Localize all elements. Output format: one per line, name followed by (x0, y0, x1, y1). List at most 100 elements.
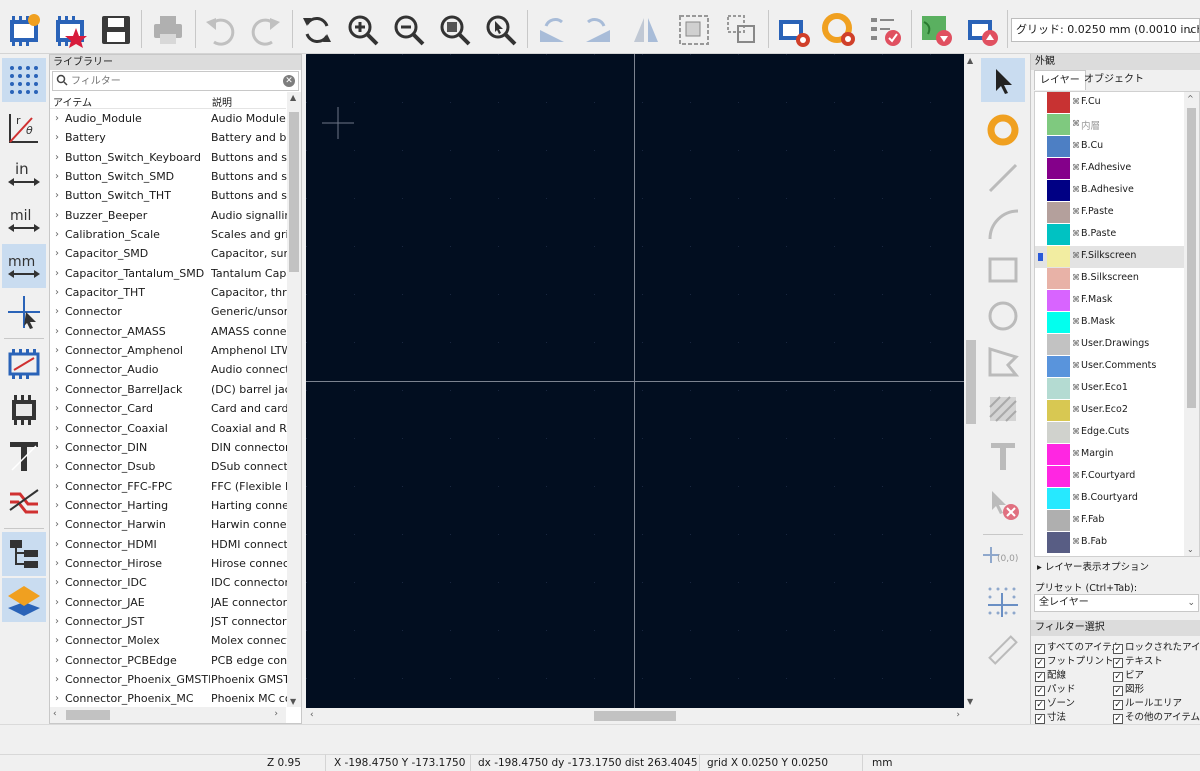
layers-vertical-scrollbar[interactable]: ^ ⌄ (1184, 92, 1199, 556)
library-row[interactable]: › Capacitor_Tantalum_SMD Tantalum Capacito… (50, 264, 287, 283)
redo-icon[interactable] (246, 10, 286, 50)
zoom-out-icon[interactable] (389, 10, 429, 50)
add-text-icon[interactable] (981, 434, 1025, 478)
visibility-icon[interactable]: ⌘ (1072, 537, 1080, 546)
library-row[interactable]: › Connector_BarrelJack (DC) barrel jack co… (50, 380, 287, 399)
chevron-right-icon[interactable]: › (55, 225, 59, 244)
full-crosshair-icon[interactable] (2, 290, 46, 334)
library-filter[interactable]: ✕ (52, 71, 299, 91)
footprint-canvas[interactable] (306, 54, 964, 708)
undo-icon[interactable] (200, 10, 240, 50)
zoom-selection-icon[interactable] (481, 10, 521, 50)
layer-color-swatch[interactable] (1047, 268, 1070, 289)
high-contrast-icon[interactable] (2, 480, 46, 524)
chevron-right-icon[interactable]: › (55, 360, 59, 379)
chevron-right-icon[interactable]: › (55, 399, 59, 418)
library-row[interactable]: › Connector_Amphenol Amphenol LTW connecto… (50, 341, 287, 360)
library-row[interactable]: › Connector_JST JST connector footprints (50, 612, 287, 631)
layer-color-swatch[interactable] (1047, 136, 1070, 157)
layer-color-swatch[interactable] (1047, 202, 1070, 223)
chevron-right-icon[interactable]: › (55, 244, 59, 263)
layer-row[interactable]: ⌘ F.Adhesive (1035, 158, 1199, 180)
scroll-down-icon[interactable]: ⌄ (1187, 545, 1194, 554)
library-row[interactable]: › Connector_HDMI HDMI connectors (50, 535, 287, 554)
chevron-right-icon[interactable]: › (55, 670, 59, 689)
chevron-right-icon[interactable]: › (55, 302, 59, 321)
preset-select[interactable]: 全レイヤー ⌄ (1034, 594, 1199, 612)
visibility-icon[interactable]: ⌘ (1072, 427, 1080, 436)
layer-color-swatch[interactable] (1047, 290, 1070, 311)
zoom-in-icon[interactable] (343, 10, 383, 50)
library-row[interactable]: › Connector_IDC IDC connector footprints (50, 573, 287, 592)
library-row[interactable]: › Connector_Molex Molex connectors (50, 631, 287, 650)
library-row[interactable]: › Connector_Audio Audio connectors (50, 360, 287, 379)
filter-checkbox[interactable]: ✓ロックされたアイテム (1113, 639, 1200, 654)
zoom-fit-icon[interactable] (435, 10, 475, 50)
chevron-right-icon[interactable]: › (55, 341, 59, 360)
library-row[interactable]: › Connector_JAE JAE connector footprints (50, 593, 287, 612)
filter-checkbox[interactable]: ✓ ビア (1113, 667, 1144, 682)
refresh-icon[interactable] (297, 10, 337, 50)
visibility-icon[interactable]: ⌘ (1072, 185, 1080, 194)
layer-row[interactable]: ⌘ B.Courtyard (1035, 488, 1199, 510)
mirror-icon[interactable] (626, 10, 666, 50)
chevron-right-icon[interactable]: › (55, 109, 59, 128)
visibility-icon[interactable]: ⌘ (1072, 119, 1080, 128)
layer-color-swatch[interactable] (1047, 532, 1070, 553)
library-row[interactable]: › Connector_Card Card and card holders (50, 399, 287, 418)
footprint-properties-icon[interactable] (773, 10, 813, 50)
show-text-outline-icon[interactable] (2, 434, 46, 478)
layer-color-swatch[interactable] (1047, 114, 1070, 135)
show-pads-outline-icon[interactable] (2, 342, 46, 386)
chevron-right-icon[interactable]: › (55, 419, 59, 438)
layer-color-swatch[interactable] (1047, 356, 1070, 377)
layer-row[interactable]: ⌘ User.Comments (1035, 356, 1199, 378)
scrollbar-thumb[interactable] (289, 112, 299, 272)
delete-tool-icon[interactable] (981, 482, 1025, 526)
canvas-vertical-scrollbar[interactable]: ▲ ▼ (964, 54, 978, 708)
filter-checkbox[interactable]: ✓ その他のアイテム (1113, 709, 1200, 724)
layer-color-swatch[interactable] (1047, 180, 1070, 201)
chevron-right-icon[interactable]: › (55, 593, 59, 612)
layer-row[interactable]: ⌘ User.Eco1 (1035, 378, 1199, 400)
library-row[interactable]: › Connector Generic/unsorted connectors (50, 302, 287, 321)
library-row[interactable]: › Battery Battery and battery holders (50, 128, 287, 147)
library-row[interactable]: › Button_Switch_THT Buttons and switches (50, 186, 287, 205)
scroll-down-icon[interactable]: ▼ (967, 697, 973, 706)
layer-color-swatch[interactable] (1047, 510, 1070, 531)
visibility-icon[interactable]: ⌘ (1072, 163, 1080, 172)
scroll-left-icon[interactable]: ‹ (53, 709, 57, 719)
layer-color-swatch[interactable] (1047, 224, 1070, 245)
library-row[interactable]: › Connector_Phoenix_GMSTBPhoenix GMSTB co… (50, 670, 287, 689)
visibility-icon[interactable]: ⌘ (1072, 97, 1080, 106)
checkbox-checked-icon[interactable]: ✓ (1113, 714, 1123, 724)
library-filter-input[interactable] (69, 73, 279, 89)
layer-row[interactable]: ⌘ 内層 (1035, 114, 1199, 136)
filter-checkbox[interactable]: ✓ ルールエリア (1113, 695, 1182, 710)
polar-coords-icon[interactable]: rθ (2, 106, 46, 150)
library-horizontal-scrollbar[interactable]: ‹ › (50, 707, 286, 723)
library-row[interactable]: › Connector_Hirose Hirose connectors (50, 554, 287, 573)
chevron-right-icon[interactable]: › (55, 128, 59, 147)
draw-rectangle-icon[interactable] (981, 248, 1025, 292)
library-row[interactable]: › Button_Switch_SMD Buttons and switches (50, 167, 287, 186)
visibility-icon[interactable]: ⌘ (1072, 405, 1080, 414)
visibility-icon[interactable]: ⌘ (1072, 207, 1080, 216)
library-row[interactable]: › Connector_PCBEdge PCB edge connectors (50, 651, 287, 670)
scroll-down-icon[interactable]: ▼ (290, 697, 296, 706)
add-pad-icon[interactable] (981, 108, 1025, 152)
scrollbar-thumb[interactable] (594, 711, 676, 721)
layer-row[interactable]: ⌘ F.Courtyard (1035, 466, 1199, 488)
chevron-right-icon[interactable]: › (55, 167, 59, 186)
chevron-right-icon[interactable]: › (55, 283, 59, 302)
scroll-up-icon[interactable]: ^ (1187, 94, 1194, 103)
layer-row[interactable]: ⌘ B.Cu (1035, 136, 1199, 158)
visibility-icon[interactable]: ⌘ (1072, 361, 1080, 370)
import-footprint-icon[interactable] (916, 10, 956, 50)
layer-display-options-toggle[interactable]: ▸ レイヤー表示オプション (1037, 559, 1149, 573)
visibility-icon[interactable]: ⌘ (1072, 317, 1080, 326)
add-zone-icon[interactable] (981, 386, 1025, 430)
chevron-right-icon[interactable]: › (55, 612, 59, 631)
checkbox-checked-icon[interactable]: ✓ (1035, 714, 1045, 724)
export-footprint-icon[interactable] (962, 10, 1002, 50)
